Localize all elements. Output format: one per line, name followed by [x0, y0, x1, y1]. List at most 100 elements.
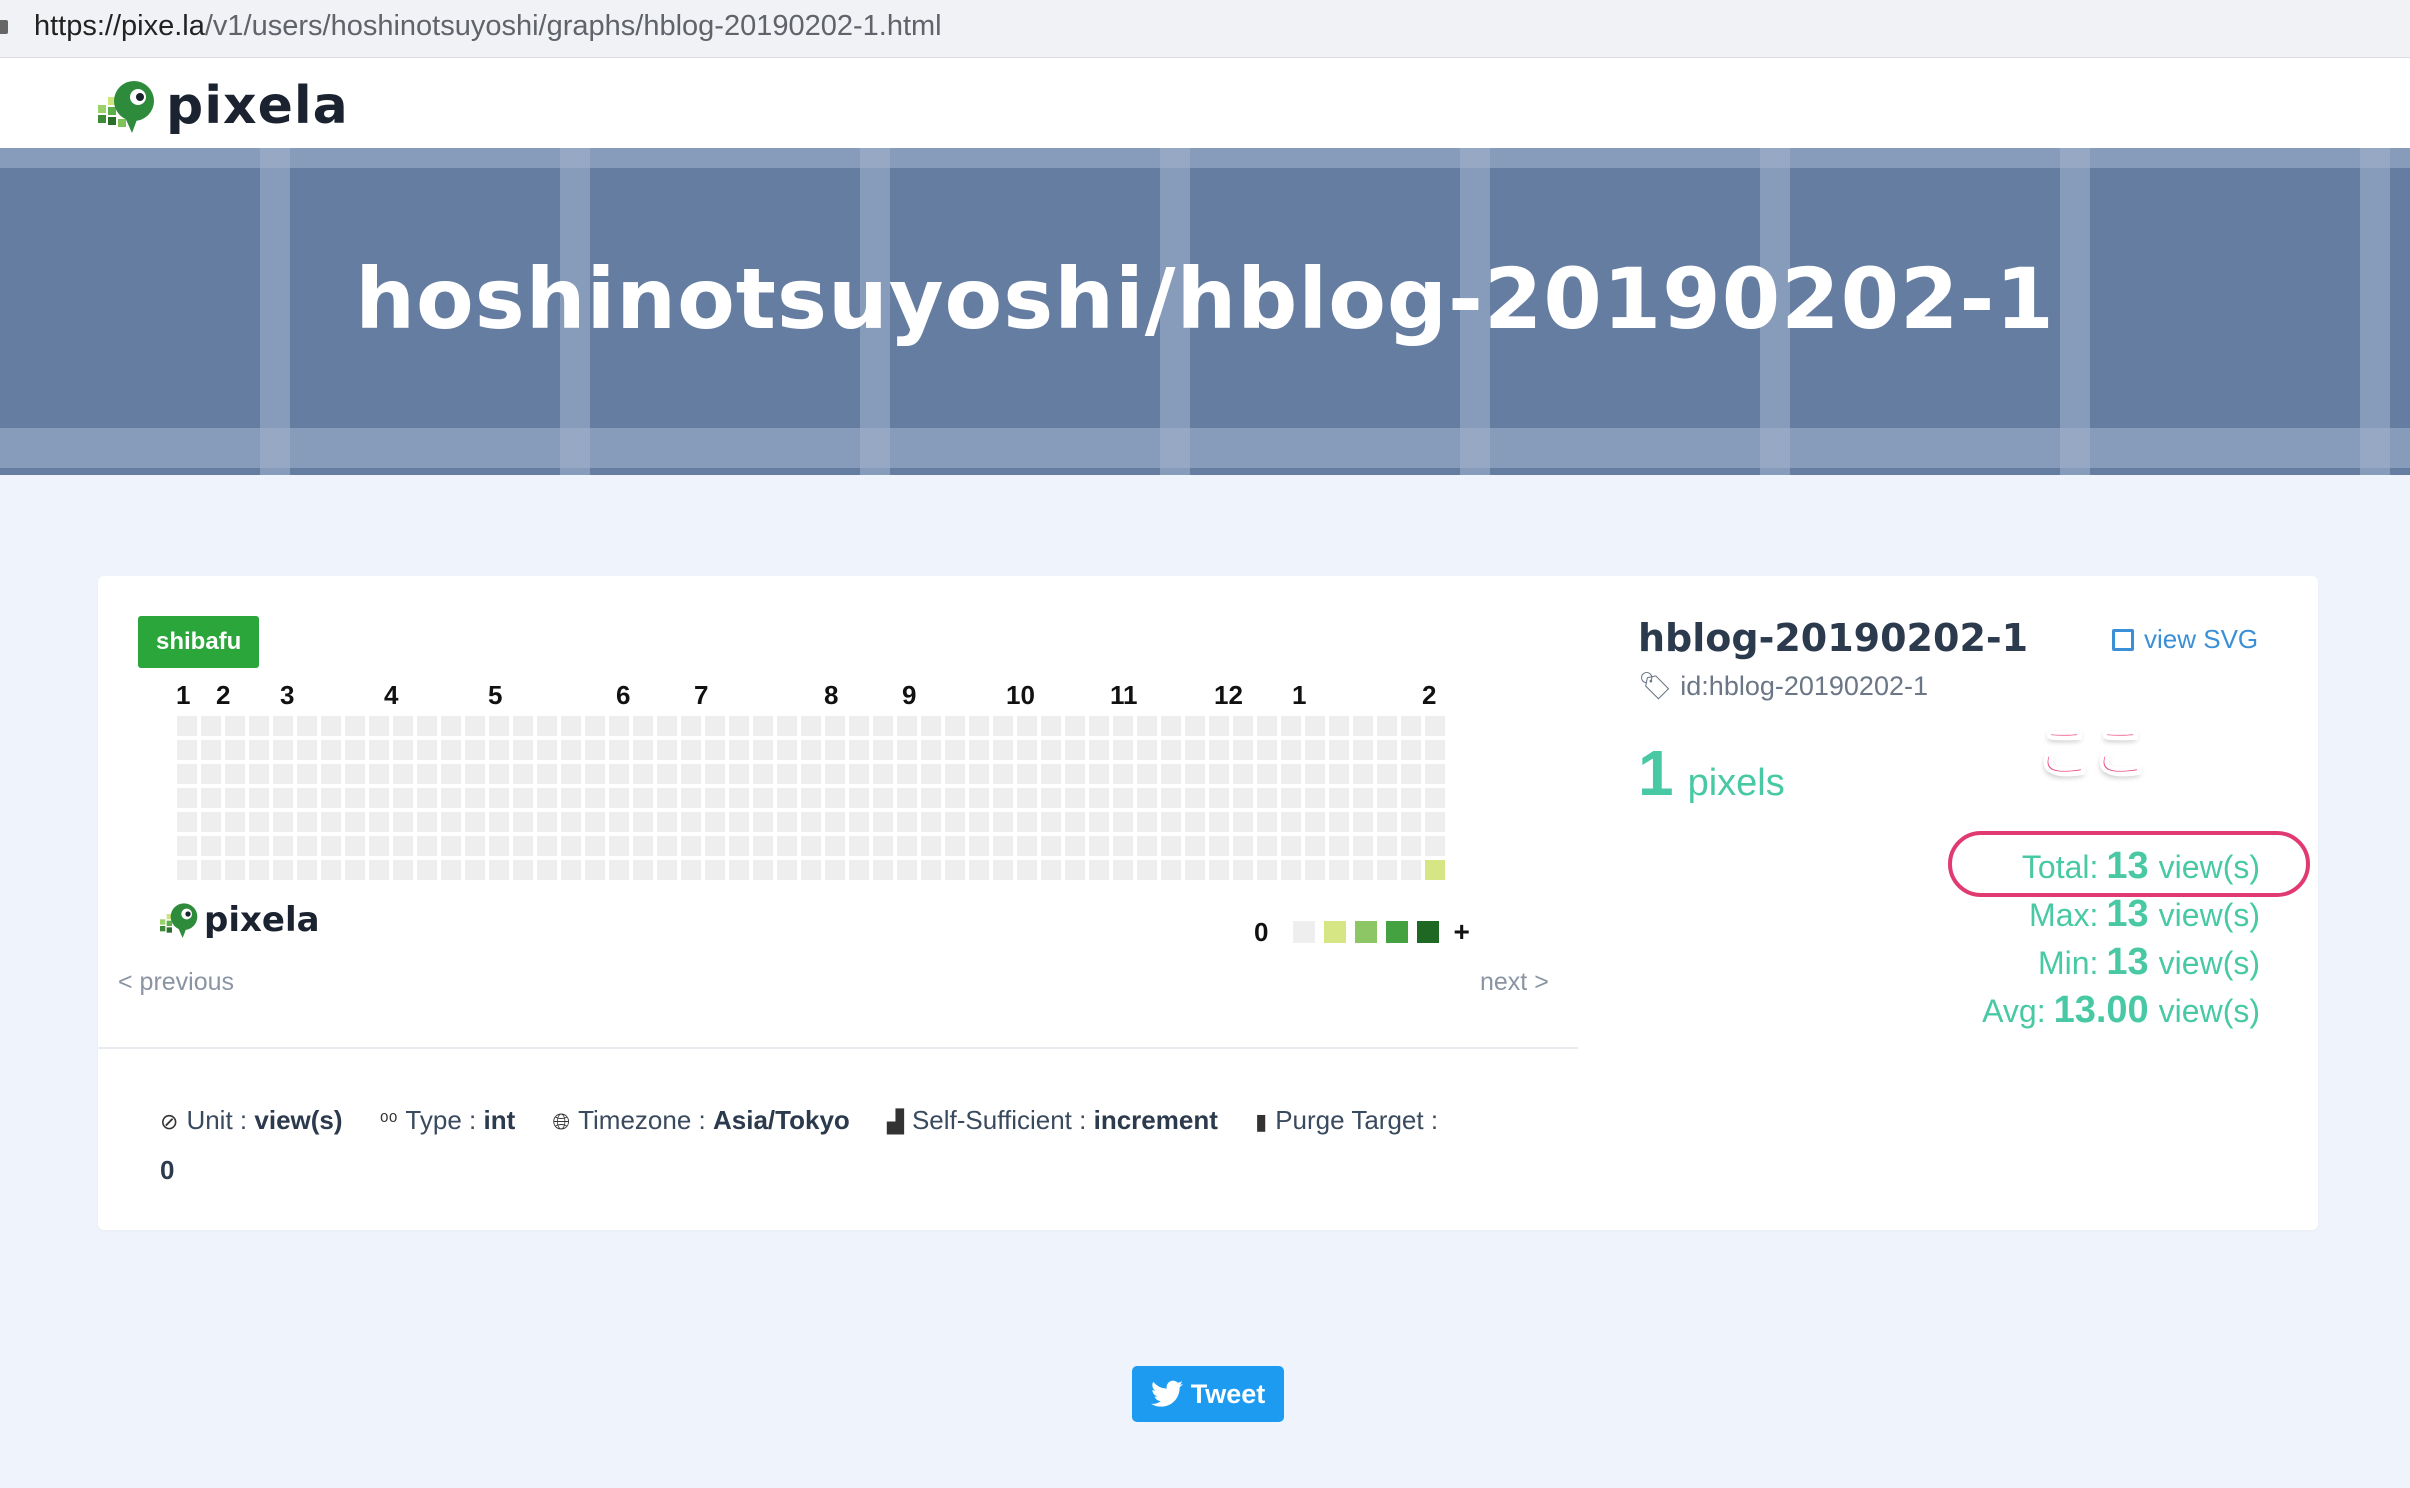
graph-pixel[interactable] [1233, 812, 1253, 832]
graph-pixel[interactable] [201, 836, 221, 856]
graph-pixel[interactable] [417, 836, 437, 856]
graph-pixel[interactable] [561, 764, 581, 784]
graph-pixel[interactable] [897, 716, 917, 736]
graph-pixel[interactable] [561, 716, 581, 736]
graph-pixel[interactable] [849, 716, 869, 736]
graph-pixel[interactable] [1137, 836, 1157, 856]
graph-pixel[interactable] [249, 788, 269, 808]
graph-pixel[interactable] [465, 860, 485, 880]
graph-pixel[interactable] [273, 716, 293, 736]
graph-pixel[interactable] [297, 740, 317, 760]
graph-pixel[interactable] [849, 812, 869, 832]
graph-pixel[interactable] [849, 764, 869, 784]
graph-pixel[interactable] [921, 716, 941, 736]
graph-pixel[interactable] [945, 812, 965, 832]
graph-pixel[interactable] [609, 860, 629, 880]
graph-pixel[interactable] [513, 788, 533, 808]
graph-pixel[interactable] [897, 836, 917, 856]
graph-pixel[interactable] [1161, 740, 1181, 760]
graph-pixel[interactable] [1041, 812, 1061, 832]
graph-pixel[interactable] [1401, 836, 1421, 856]
graph-pixel[interactable] [753, 836, 773, 856]
graph-pixel[interactable] [633, 836, 653, 856]
graph-pixel[interactable] [1113, 836, 1133, 856]
graph-pixel[interactable] [705, 764, 725, 784]
pixela-logo[interactable]: pixela [98, 76, 349, 136]
graph-pixel[interactable] [1161, 812, 1181, 832]
graph-pixel[interactable] [1137, 860, 1157, 880]
graph-pixel[interactable] [849, 836, 869, 856]
graph-pixel[interactable] [249, 812, 269, 832]
graph-pixel[interactable] [1209, 788, 1229, 808]
graph-pixel[interactable] [729, 788, 749, 808]
graph-pixel[interactable] [177, 716, 197, 736]
graph-pixel[interactable] [1113, 764, 1133, 784]
graph-pixel[interactable] [225, 836, 245, 856]
graph-pixel[interactable] [1305, 764, 1325, 784]
graph-pixel[interactable] [801, 860, 821, 880]
graph-pixel[interactable] [441, 788, 461, 808]
graph-pixel[interactable] [273, 788, 293, 808]
graph-pixel[interactable] [921, 860, 941, 880]
graph-pixel[interactable] [753, 716, 773, 736]
graph-pixel[interactable] [1329, 788, 1349, 808]
graph-pixel[interactable] [1281, 764, 1301, 784]
graph-pixel[interactable] [273, 836, 293, 856]
graph-pixel[interactable] [681, 836, 701, 856]
graph-pixel[interactable] [1233, 836, 1253, 856]
graph-pixel[interactable] [1425, 788, 1445, 808]
graph-pixel[interactable] [1281, 860, 1301, 880]
graph-pixel[interactable] [921, 788, 941, 808]
graph-pixel[interactable] [1401, 812, 1421, 832]
graph-pixel[interactable] [1281, 788, 1301, 808]
graph-pixel[interactable] [897, 740, 917, 760]
graph-pixel[interactable] [1353, 764, 1373, 784]
graph-pixel[interactable] [393, 812, 413, 832]
graph-pixel[interactable] [489, 740, 509, 760]
graph-pixel[interactable] [777, 740, 797, 760]
graph-pixel[interactable] [1041, 764, 1061, 784]
graph-pixel[interactable] [441, 812, 461, 832]
graph-pixel[interactable] [1401, 860, 1421, 880]
graph-pixel[interactable] [873, 740, 893, 760]
graph-pixel[interactable] [393, 740, 413, 760]
graph-pixel[interactable] [633, 788, 653, 808]
graph-pixel[interactable] [1353, 740, 1373, 760]
graph-pixel[interactable] [969, 860, 989, 880]
graph-pixel[interactable] [1185, 788, 1205, 808]
graph-pixel[interactable] [681, 788, 701, 808]
graph-pixel[interactable] [1017, 788, 1037, 808]
graph-pixel[interactable] [705, 812, 725, 832]
graph-pixel[interactable] [609, 764, 629, 784]
graph-pixel[interactable] [321, 836, 341, 856]
graph-pixel[interactable] [537, 860, 557, 880]
graph-pixel[interactable] [537, 788, 557, 808]
graph-pixel[interactable] [1305, 740, 1325, 760]
url-text[interactable]: https://pixe.la/v1/users/hoshinotsuyoshi… [34, 10, 942, 43]
graph-pixel[interactable] [1257, 836, 1277, 856]
graph-pixel[interactable] [537, 836, 557, 856]
graph-pixel[interactable] [681, 860, 701, 880]
graph-pixel[interactable] [1233, 788, 1253, 808]
graph-pixel[interactable] [1017, 740, 1037, 760]
graph-pixel[interactable] [1185, 812, 1205, 832]
graph-pixel[interactable] [945, 716, 965, 736]
graph-pixel[interactable] [1329, 764, 1349, 784]
graph-pixel[interactable] [201, 740, 221, 760]
graph-pixel[interactable] [465, 740, 485, 760]
graph-pixel[interactable] [1041, 860, 1061, 880]
graph-pixel[interactable] [1185, 836, 1205, 856]
graph-pixel[interactable] [201, 788, 221, 808]
graph-pixel[interactable] [657, 716, 677, 736]
graph-pixel[interactable] [489, 764, 509, 784]
graph-pixel[interactable] [1425, 836, 1445, 856]
graph-pixel[interactable] [537, 716, 557, 736]
graph-pixel[interactable] [1017, 812, 1037, 832]
graph-pixel[interactable] [177, 812, 197, 832]
graph-pixel[interactable] [249, 716, 269, 736]
graph-pixel[interactable] [1017, 716, 1037, 736]
graph-pixel[interactable] [489, 716, 509, 736]
graph-pixel[interactable] [1137, 812, 1157, 832]
graph-pixel[interactable] [585, 836, 605, 856]
graph-pixel[interactable] [225, 860, 245, 880]
